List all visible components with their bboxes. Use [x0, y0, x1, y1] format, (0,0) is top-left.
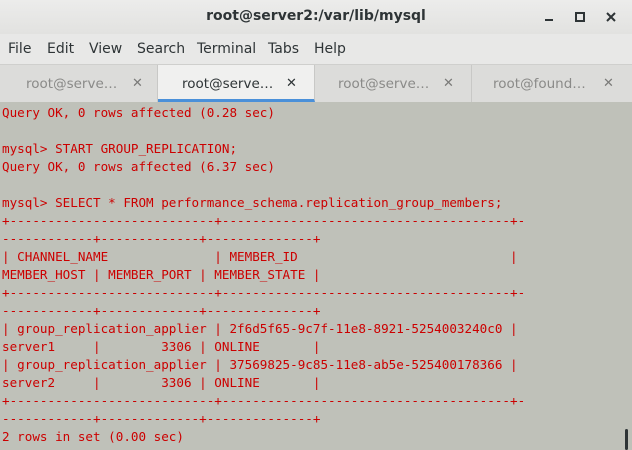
terminal-line: +---------------------------+-----------…	[2, 213, 526, 228]
scrollbar[interactable]	[621, 102, 632, 450]
menu-bar: File Edit View Search Terminal Tabs Help	[0, 34, 632, 64]
terminal-line: server2 | 3306 | ONLINE |	[2, 375, 321, 390]
title-bar: root@server2:/var/lib/mysql	[0, 0, 632, 35]
tab-1[interactable]: root@serve… ✕	[0, 65, 158, 102]
close-icon[interactable]: ✕	[443, 76, 454, 91]
terminal-line: mysql> SELECT * FROM performance_schema.…	[2, 195, 503, 210]
menu-view[interactable]: View	[89, 41, 122, 57]
terminal-line: | group_replication_applier | 37569825-9…	[2, 357, 518, 372]
terminal-line: server1 | 3306 | ONLINE |	[2, 339, 321, 354]
menu-search[interactable]: Search	[137, 41, 185, 57]
terminal-line: ------------+-------------+-------------…	[2, 231, 321, 246]
terminal-line: ------------+-------------+-------------…	[2, 411, 321, 426]
menu-tabs[interactable]: Tabs	[268, 41, 299, 57]
menu-edit[interactable]: Edit	[47, 41, 74, 57]
terminal-line: +---------------------------+-----------…	[2, 393, 526, 408]
terminal-line: Query OK, 0 rows affected (6.37 sec)	[2, 159, 275, 174]
maximize-icon[interactable]	[569, 6, 591, 28]
terminal-line: ------------+-------------+-------------…	[2, 303, 321, 318]
terminal-line: +---------------------------+-----------…	[2, 285, 526, 300]
tab-label: root@serve…	[182, 76, 274, 92]
terminal-output[interactable]: Query OK, 0 rows affected (0.28 sec) mysq…	[0, 102, 621, 450]
tab-label: root@serve…	[338, 76, 430, 92]
terminal-line: Query OK, 0 rows affected (0.28 sec)	[2, 105, 275, 120]
close-icon[interactable]: ✕	[603, 76, 614, 91]
tab-bar: root@serve… ✕ root@serve… ✕ root@serve… …	[0, 64, 632, 103]
close-icon[interactable]: ✕	[286, 76, 297, 91]
tab-3[interactable]: root@serve… ✕	[315, 65, 472, 102]
minimize-icon[interactable]	[538, 6, 560, 28]
tab-label: root@serve…	[26, 76, 118, 92]
terminal-line: MEMBER_HOST | MEMBER_PORT | MEMBER_STATE…	[2, 267, 321, 282]
close-icon[interactable]: ✕	[132, 76, 143, 91]
menu-file[interactable]: File	[8, 41, 31, 57]
terminal-line: 2 rows in set (0.00 sec)	[2, 429, 184, 444]
close-icon[interactable]	[600, 6, 622, 28]
menu-help[interactable]: Help	[314, 41, 346, 57]
tab-label: root@found…	[493, 76, 586, 92]
terminal-text: Query OK, 0 rows affected (0.28 sec) mysq…	[2, 104, 525, 446]
scrollbar-thumb[interactable]	[625, 429, 628, 450]
terminal-line: mysql> START GROUP_REPLICATION;	[2, 141, 238, 156]
terminal-line: | group_replication_applier | 2f6d5f65-9…	[2, 321, 518, 336]
terminal-line: | CHANNEL_NAME | MEMBER_ID |	[2, 249, 518, 264]
tab-2[interactable]: root@serve… ✕	[158, 65, 315, 102]
tab-4[interactable]: root@found… ✕	[472, 65, 632, 102]
menu-terminal[interactable]: Terminal	[197, 41, 256, 57]
